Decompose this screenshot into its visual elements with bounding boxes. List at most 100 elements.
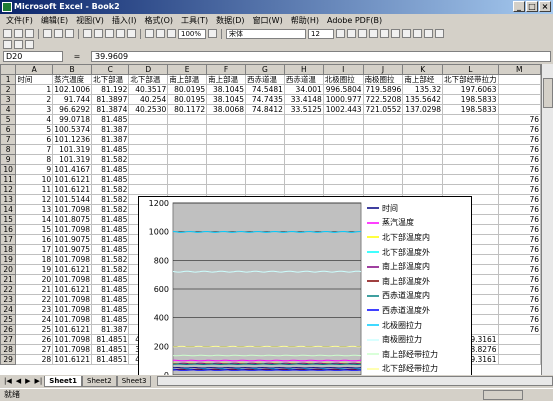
row-header[interactable]: 3 (0, 94, 17, 105)
tab-nav-first-icon[interactable]: |◀ (2, 377, 14, 385)
cell[interactable]: 102.1006 (52, 84, 93, 95)
menu-data[interactable]: 数据(D) (212, 15, 248, 26)
cell[interactable]: 81.4851 (91, 344, 130, 355)
menu-tools[interactable]: 工具(T) (177, 15, 212, 26)
spell-check-icon[interactable] (65, 29, 74, 38)
legend-entry[interactable]: 南极圈拉力 (367, 332, 471, 347)
cell[interactable]: 101.7098 (52, 294, 93, 305)
cell[interactable]: 76 (497, 194, 541, 205)
cell[interactable] (206, 164, 247, 175)
legend-entry[interactable]: 南上部温度内 (367, 259, 471, 274)
underline-icon[interactable] (358, 29, 367, 38)
cell[interactable]: 9 (15, 164, 54, 175)
cell[interactable]: 101.7098 (52, 314, 93, 325)
column-header-f[interactable]: F (206, 64, 247, 75)
column-header-g[interactable]: G (245, 64, 285, 75)
cell[interactable] (322, 124, 364, 135)
row-header[interactable]: 22 (0, 284, 17, 295)
cell[interactable]: 38.0068 (206, 104, 247, 115)
cell[interactable]: 101.6121 (52, 284, 93, 295)
chart-wizard-icon[interactable] (167, 29, 176, 38)
italic-icon[interactable] (347, 29, 356, 38)
cell[interactable] (128, 174, 169, 185)
cell[interactable] (283, 154, 324, 165)
line-chart[interactable]: 0200400600800100012001112131415161718191… (138, 196, 472, 375)
name-box[interactable]: D20 (3, 50, 63, 62)
cell[interactable]: 西赤道温 (245, 74, 285, 85)
cell[interactable]: 14 (15, 214, 54, 225)
cell[interactable] (206, 174, 247, 185)
cell[interactable]: 101.7098 (52, 334, 93, 345)
row-header[interactable]: 2 (0, 84, 17, 95)
cell[interactable] (245, 154, 285, 165)
column-header-h[interactable]: H (283, 64, 324, 75)
cell[interactable]: 101.9075 (52, 234, 93, 245)
column-header-d[interactable]: D (128, 64, 169, 75)
row-header[interactable]: 19 (0, 254, 17, 265)
cell[interactable] (245, 114, 285, 125)
cell[interactable]: 6 (15, 134, 54, 145)
cell[interactable]: 81.485 (91, 304, 130, 315)
cell[interactable]: 81.4851 (91, 334, 130, 345)
paste-icon[interactable] (105, 29, 114, 38)
column-header-j[interactable]: J (362, 64, 404, 75)
cell[interactable] (322, 154, 364, 165)
cell[interactable]: 23 (15, 304, 54, 315)
cell[interactable] (442, 164, 499, 175)
cell[interactable]: 38.1045 (206, 94, 247, 105)
cell[interactable]: 101.7098 (52, 254, 93, 265)
row-header[interactable]: 9 (0, 154, 17, 165)
cell[interactable]: 13 (15, 204, 54, 215)
cell[interactable]: 81.485 (91, 164, 130, 175)
cell[interactable] (362, 184, 404, 195)
cell[interactable]: 101.6121 (52, 324, 93, 335)
cell[interactable] (322, 134, 364, 145)
legend-entry[interactable]: 西赤道温度内 (367, 289, 471, 304)
cell[interactable]: 19 (15, 264, 54, 275)
cell[interactable] (442, 174, 499, 185)
select-all-corner[interactable] (0, 64, 17, 75)
cell[interactable]: 76 (497, 144, 541, 155)
cell[interactable] (442, 124, 499, 135)
cell[interactable]: 76 (497, 174, 541, 185)
cell[interactable]: 101.9075 (52, 244, 93, 255)
tab-sheet3[interactable]: Sheet3 (116, 375, 152, 387)
column-header-c[interactable]: C (91, 64, 130, 75)
cell[interactable] (322, 174, 364, 185)
legend-entry[interactable]: 西赤道温度外 (367, 303, 471, 318)
cell[interactable]: 76 (497, 214, 541, 225)
cell[interactable] (167, 144, 208, 155)
cell[interactable]: 81.582 (91, 194, 130, 205)
cell[interactable]: 81.582 (91, 204, 130, 215)
cell[interactable]: 76 (497, 224, 541, 235)
cell[interactable] (167, 134, 208, 145)
cell[interactable]: 81.387 (91, 134, 130, 145)
cell[interactable]: 南上部温 (206, 74, 247, 85)
cell[interactable] (128, 184, 169, 195)
cell[interactable]: 4 (15, 114, 54, 125)
cell[interactable]: 101.7098 (52, 224, 93, 235)
font-select[interactable]: 宋体 (226, 28, 306, 39)
cut-icon[interactable] (83, 29, 92, 38)
cell[interactable] (206, 154, 247, 165)
row-header[interactable]: 1 (0, 74, 17, 85)
legend-entry[interactable]: 蒸汽温度 (367, 216, 471, 231)
cell[interactable]: 28 (15, 354, 54, 365)
cell[interactable]: 81.387 (91, 124, 130, 135)
cell[interactable] (362, 144, 404, 155)
cell[interactable]: 5 (15, 124, 54, 135)
cell[interactable]: 101.6121 (52, 184, 93, 195)
cell[interactable]: 76 (497, 304, 541, 315)
cell[interactable]: 2 (15, 94, 54, 105)
cell[interactable]: 80.1172 (167, 104, 208, 115)
cell[interactable]: 南上部温 (167, 74, 208, 85)
tab-nav-last-icon[interactable]: ▶| (33, 377, 45, 385)
cell[interactable] (497, 334, 541, 345)
cell[interactable]: 1000.977 (322, 94, 364, 105)
cell[interactable] (283, 184, 324, 195)
cell[interactable]: 76 (497, 134, 541, 145)
cell[interactable]: 北下部温 (128, 74, 169, 85)
cell[interactable] (402, 124, 444, 135)
cell[interactable] (402, 164, 444, 175)
cell[interactable]: 17 (15, 244, 54, 255)
